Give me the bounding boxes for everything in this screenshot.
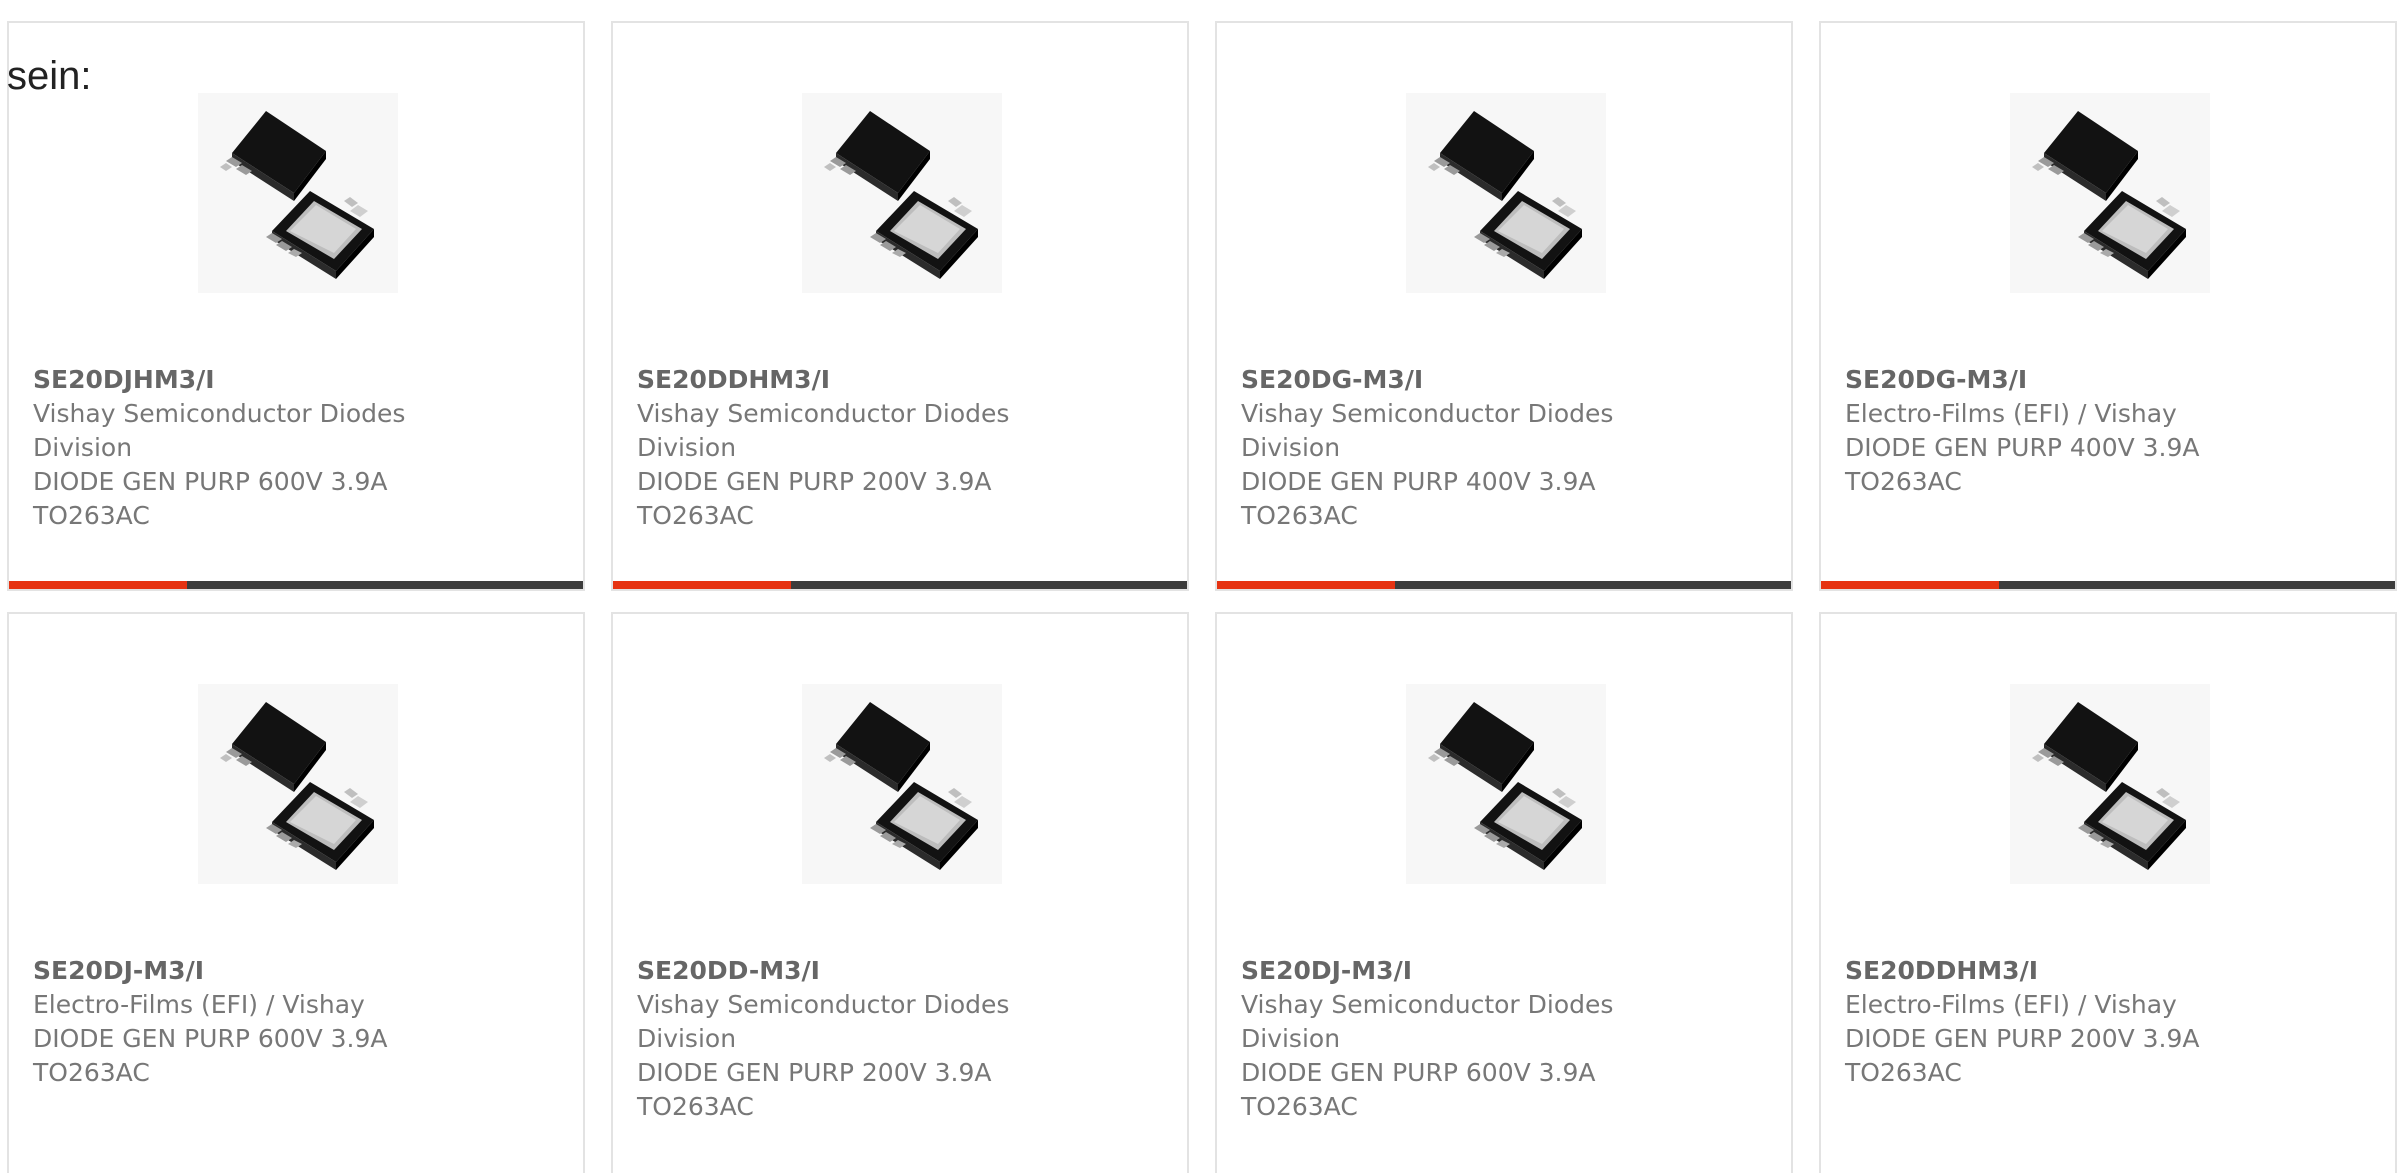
to263-diode-package-icon bbox=[802, 93, 1002, 293]
product-info: SE20DDHM3/I Electro-Films (EFI) / Vishay… bbox=[1845, 954, 2265, 1090]
description-text: DIODE GEN PURP 600V 3.9A TO263AC bbox=[1241, 1058, 1596, 1121]
to263-diode-package-icon bbox=[1406, 93, 1606, 293]
part-number-link[interactable]: SE20DG-M3/I bbox=[1241, 363, 1661, 397]
product-card[interactable]: SE20DJHM3/I Vishay Semiconductor Diodes … bbox=[7, 21, 585, 591]
manufacturer-text: Vishay Semiconductor Diodes Division bbox=[637, 399, 1010, 462]
card-progress-fill bbox=[1821, 581, 1999, 589]
product-image[interactable] bbox=[1406, 684, 1606, 884]
card-progress-bar bbox=[613, 581, 1187, 589]
product-info: SE20DJHM3/I Vishay Semiconductor Diodes … bbox=[33, 363, 453, 533]
manufacturer-text: Vishay Semiconductor Diodes Division bbox=[1241, 990, 1614, 1053]
product-image[interactable] bbox=[802, 684, 1002, 884]
to263-diode-package-icon bbox=[198, 93, 398, 293]
product-image[interactable] bbox=[802, 93, 1002, 293]
product-info: SE20DJ-M3/I Vishay Semiconductor Diodes … bbox=[1241, 954, 1661, 1124]
product-card[interactable]: SE20DG-M3/I Electro-Films (EFI) / Vishay… bbox=[1819, 21, 2397, 591]
product-info: SE20DD-M3/I Vishay Semiconductor Diodes … bbox=[637, 954, 1057, 1124]
part-number-link[interactable]: SE20DJ-M3/I bbox=[33, 954, 453, 988]
product-card[interactable]: SE20DD-M3/I Vishay Semiconductor Diodes … bbox=[611, 612, 1189, 1173]
description-text: DIODE GEN PURP 200V 3.9A TO263AC bbox=[637, 1058, 992, 1121]
part-number-link[interactable]: SE20DJ-M3/I bbox=[1241, 954, 1661, 988]
description-text: DIODE GEN PURP 600V 3.9A TO263AC bbox=[33, 467, 388, 530]
manufacturer-text: Vishay Semiconductor Diodes Division bbox=[637, 990, 1010, 1053]
product-card[interactable]: SE20DG-M3/I Vishay Semiconductor Diodes … bbox=[1215, 21, 1793, 591]
part-number-link[interactable]: SE20DDHM3/I bbox=[637, 363, 1057, 397]
to263-diode-package-icon bbox=[2010, 93, 2210, 293]
card-progress-bar bbox=[1217, 581, 1791, 589]
product-card[interactable]: SE20DJ-M3/I Electro-Films (EFI) / Vishay… bbox=[7, 612, 585, 1173]
description-text: DIODE GEN PURP 400V 3.9A TO263AC bbox=[1845, 433, 2200, 496]
product-info: SE20DJ-M3/I Electro-Films (EFI) / Vishay… bbox=[33, 954, 453, 1090]
manufacturer-text: Electro-Films (EFI) / Vishay bbox=[1845, 399, 2177, 428]
card-progress-fill bbox=[1217, 581, 1395, 589]
product-image[interactable] bbox=[1406, 93, 1606, 293]
product-image[interactable] bbox=[198, 93, 398, 293]
manufacturer-text: Vishay Semiconductor Diodes Division bbox=[1241, 399, 1614, 462]
to263-diode-package-icon bbox=[1406, 684, 1606, 884]
description-text: DIODE GEN PURP 600V 3.9A TO263AC bbox=[33, 1024, 388, 1087]
product-card[interactable]: SE20DJ-M3/I Vishay Semiconductor Diodes … bbox=[1215, 612, 1793, 1173]
card-progress-fill bbox=[613, 581, 791, 589]
manufacturer-text: Electro-Films (EFI) / Vishay bbox=[33, 990, 365, 1019]
part-number-link[interactable]: SE20DG-M3/I bbox=[1845, 363, 2265, 397]
product-info: SE20DG-M3/I Electro-Films (EFI) / Vishay… bbox=[1845, 363, 2265, 499]
part-number-link[interactable]: SE20DD-M3/I bbox=[637, 954, 1057, 988]
to263-diode-package-icon bbox=[802, 684, 1002, 884]
product-info: SE20DG-M3/I Vishay Semiconductor Diodes … bbox=[1241, 363, 1661, 533]
product-image[interactable] bbox=[2010, 93, 2210, 293]
description-text: DIODE GEN PURP 400V 3.9A TO263AC bbox=[1241, 467, 1596, 530]
product-card[interactable]: SE20DDHM3/I Vishay Semiconductor Diodes … bbox=[611, 21, 1189, 591]
part-number-link[interactable]: SE20DJHM3/I bbox=[33, 363, 453, 397]
intro-text: sein: bbox=[7, 54, 92, 98]
part-number-link[interactable]: SE20DDHM3/I bbox=[1845, 954, 2265, 988]
to263-diode-package-icon bbox=[198, 684, 398, 884]
manufacturer-text: Electro-Films (EFI) / Vishay bbox=[1845, 990, 2177, 1019]
product-image[interactable] bbox=[2010, 684, 2210, 884]
card-progress-fill bbox=[9, 581, 187, 589]
product-grid: SE20DJHM3/I Vishay Semiconductor Diodes … bbox=[7, 21, 2400, 1173]
card-progress-bar bbox=[9, 581, 583, 589]
to263-diode-package-icon bbox=[2010, 684, 2210, 884]
manufacturer-text: Vishay Semiconductor Diodes Division bbox=[33, 399, 406, 462]
description-text: DIODE GEN PURP 200V 3.9A TO263AC bbox=[1845, 1024, 2200, 1087]
product-info: SE20DDHM3/I Vishay Semiconductor Diodes … bbox=[637, 363, 1057, 533]
card-progress-bar bbox=[1821, 581, 2395, 589]
product-image[interactable] bbox=[198, 684, 398, 884]
description-text: DIODE GEN PURP 200V 3.9A TO263AC bbox=[637, 467, 992, 530]
product-card[interactable]: SE20DDHM3/I Electro-Films (EFI) / Vishay… bbox=[1819, 612, 2397, 1173]
